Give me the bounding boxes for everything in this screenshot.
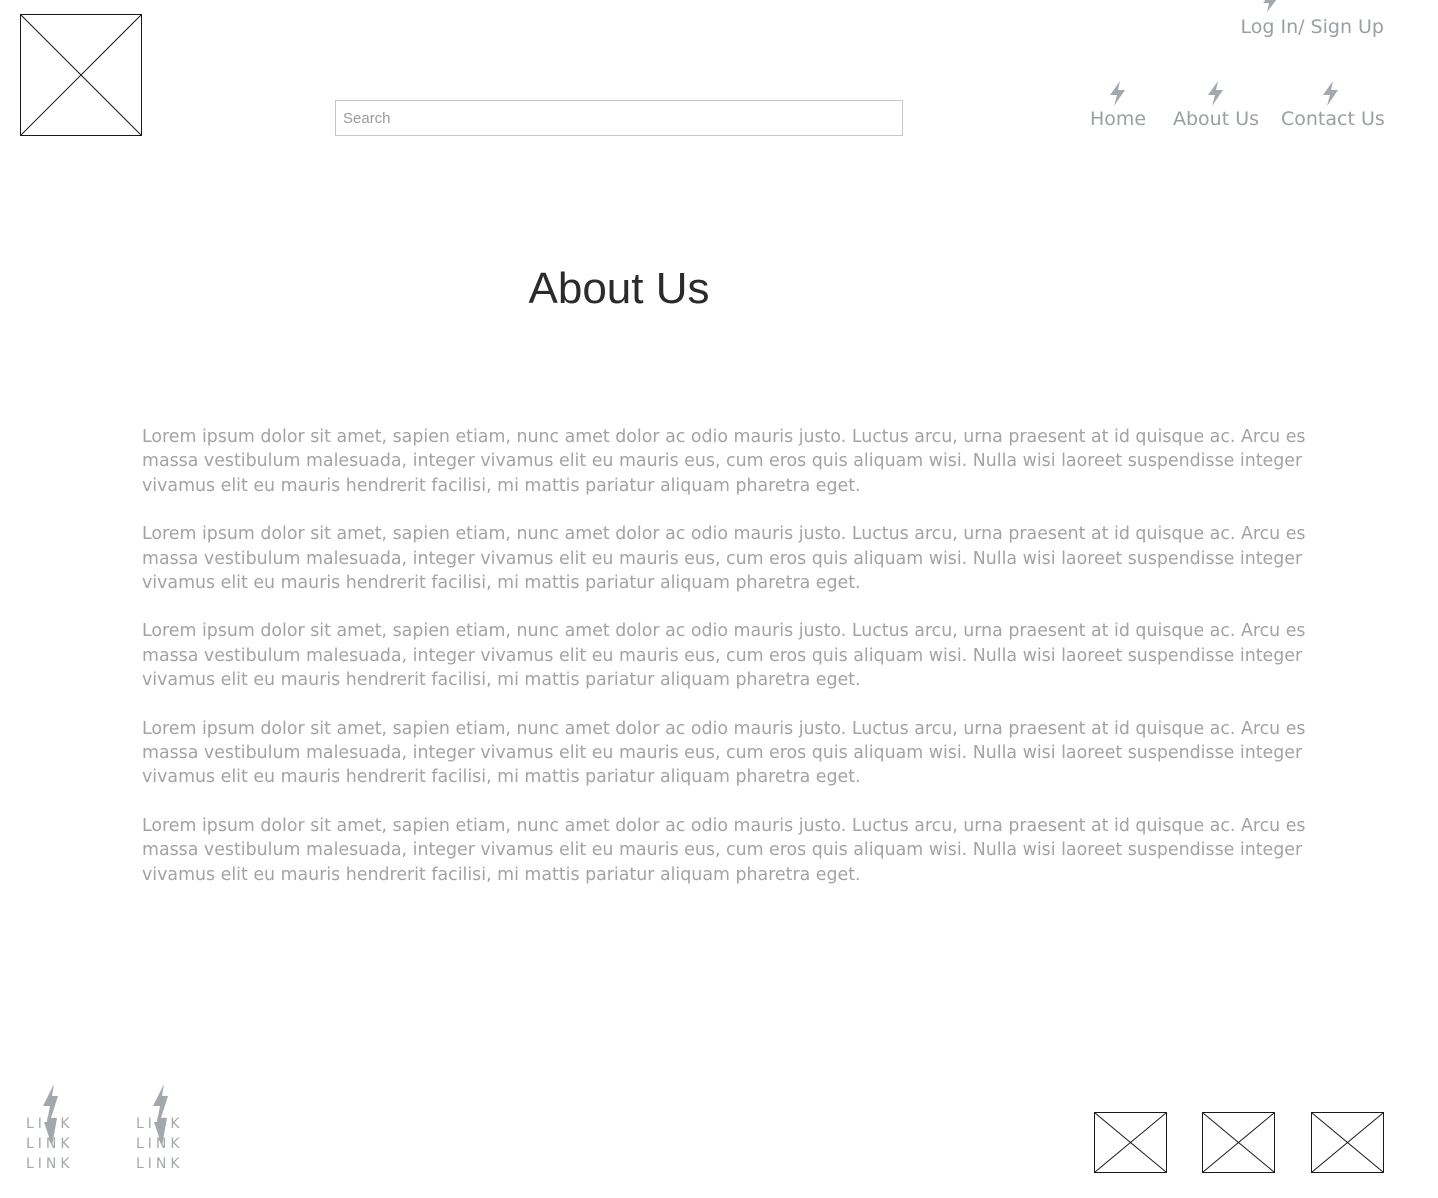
footer-link[interactable]: LINK xyxy=(136,1134,184,1154)
social-image-placeholder-icon[interactable] xyxy=(1202,1112,1275,1173)
paragraph: Lorem ipsum dolor sit amet, sapien etiam… xyxy=(142,427,1306,496)
bolt-icon xyxy=(1110,81,1125,106)
search-input[interactable] xyxy=(335,100,903,136)
footer-link[interactable]: LINK xyxy=(26,1154,74,1174)
footer-link-group: LINK LINK LINK xyxy=(136,1084,196,1174)
paragraph: Lorem ipsum dolor sit amet, sapien etiam… xyxy=(142,524,1306,594)
social-image-placeholder-icon[interactable] xyxy=(1311,1112,1384,1173)
footer-link[interactable]: LINK xyxy=(136,1154,184,1174)
logo-image-placeholder-icon[interactable] xyxy=(20,14,142,136)
footer-link[interactable]: LINK xyxy=(26,1134,74,1154)
nav-item-contact-us[interactable]: Contact Us xyxy=(1281,80,1385,130)
nav-item-label: Home xyxy=(1090,108,1147,130)
paragraph: Lorem ipsum dolor sit amet, sapien etiam… xyxy=(142,621,1306,691)
social-image-placeholder-icon[interactable] xyxy=(1094,1112,1167,1173)
bolt-icon xyxy=(1323,81,1338,106)
nav-item-home[interactable]: Home xyxy=(1090,80,1147,130)
nav-item-about-us[interactable]: About Us xyxy=(1173,80,1260,130)
login-bolt-icon xyxy=(1263,0,1277,12)
footer-link[interactable]: LINK xyxy=(26,1114,74,1134)
bolt-icon xyxy=(1208,81,1223,106)
paragraph: Lorem ipsum dolor sit amet, sapien etiam… xyxy=(142,815,1306,885)
nav-item-label: About Us xyxy=(1173,108,1260,130)
footer-link[interactable]: LINK xyxy=(136,1114,184,1134)
nav-item-label: Contact Us xyxy=(1281,108,1385,130)
page: Log In/ Sign Up Home About Us Contact Us… xyxy=(0,0,1438,1198)
paragraph: Lorem ipsum dolor sit amet, sapien etiam… xyxy=(142,718,1306,788)
about-content: Lorem ipsum dolor sit amet, sapien etiam… xyxy=(142,425,1322,911)
footer-link-group: LINK LINK LINK xyxy=(26,1084,86,1174)
page-title: About Us xyxy=(528,264,710,313)
login-signup-link[interactable]: Log In/ Sign Up xyxy=(1240,16,1384,38)
